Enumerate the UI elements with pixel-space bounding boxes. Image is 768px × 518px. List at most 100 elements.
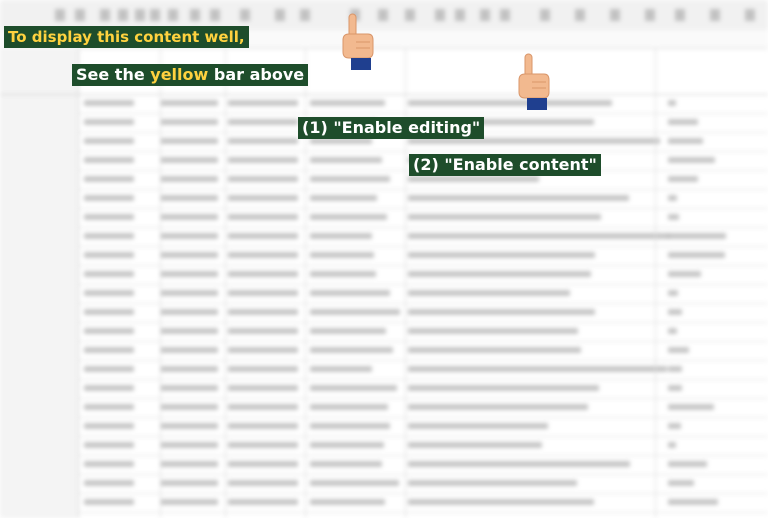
cell-text-fragment <box>310 271 376 277</box>
cell-text-fragment <box>408 480 577 486</box>
cell-text-fragment <box>310 442 384 448</box>
cell-text-fragment <box>408 404 588 410</box>
cell-text-fragment <box>84 385 134 391</box>
cell-text-fragment <box>84 252 134 258</box>
cell-text-fragment <box>160 423 218 429</box>
cell-text-fragment <box>228 404 298 410</box>
sheet-row <box>78 360 768 380</box>
cell-text-fragment <box>310 195 377 201</box>
cell-text-fragment <box>668 404 714 410</box>
cell-text-fragment <box>668 157 715 163</box>
cell-text-fragment <box>310 480 399 486</box>
cell-text-fragment <box>668 480 694 486</box>
cell-text-fragment <box>668 461 707 467</box>
sheet-row <box>78 265 768 285</box>
cell-text-fragment <box>160 233 218 239</box>
cell-text-fragment <box>408 366 667 372</box>
cell-text-fragment <box>408 195 629 201</box>
toolbar-icon <box>168 9 178 21</box>
cell-text-fragment <box>668 233 726 239</box>
step-enable-content: (2) "Enable content" <box>409 154 601 176</box>
cell-text-fragment <box>408 290 570 296</box>
cell-text-fragment <box>84 423 134 429</box>
cell-text-fragment <box>408 309 595 315</box>
toolbar-icon <box>75 9 85 21</box>
cell-text-fragment <box>310 366 372 372</box>
cell-text-fragment <box>310 328 386 334</box>
toolbar-icon <box>240 9 250 21</box>
cell-text-fragment <box>668 176 698 182</box>
toolbar-icon <box>190 9 200 21</box>
cell-text-fragment <box>228 195 298 201</box>
cell-text-fragment <box>310 233 372 239</box>
toolbar-icon <box>300 9 310 21</box>
cell-text-fragment <box>160 404 218 410</box>
cell-text-fragment <box>228 214 298 220</box>
sheet-row <box>78 189 768 209</box>
cell-text-fragment <box>310 252 374 258</box>
instruction-line-2-prefix: See the <box>76 65 151 84</box>
cell-text-fragment <box>84 461 134 467</box>
step-enable-editing: (1) "Enable editing" <box>298 117 485 139</box>
toolbar-icon <box>540 9 550 21</box>
cell-text-fragment <box>84 138 134 144</box>
cell-text-fragment <box>408 442 542 448</box>
cell-text-fragment <box>408 328 578 334</box>
cell-text-fragment <box>668 347 689 353</box>
cell-text-fragment <box>408 214 601 220</box>
sheet-row <box>78 493 768 513</box>
cell-text-fragment <box>84 309 134 315</box>
cell-text-fragment <box>310 499 385 505</box>
toolbar-icon <box>500 9 510 21</box>
cell-text-fragment <box>668 385 682 391</box>
cell-text-fragment <box>668 119 698 125</box>
toolbar-icon <box>610 9 620 21</box>
toolbar-icon <box>100 9 110 21</box>
cell-text-fragment <box>310 309 400 315</box>
cell-text-fragment <box>160 271 218 277</box>
cell-text-fragment <box>408 423 548 429</box>
cell-text-fragment <box>160 119 218 125</box>
cell-text-fragment <box>84 195 134 201</box>
cell-text-fragment <box>228 461 298 467</box>
cell-text-fragment <box>408 385 599 391</box>
toolbar-icon <box>378 9 388 21</box>
cell-text-fragment <box>408 499 594 505</box>
cell-text-fragment <box>310 461 382 467</box>
cell-text-fragment <box>228 100 298 106</box>
cell-text-fragment <box>84 404 134 410</box>
cell-text-fragment <box>228 233 298 239</box>
cell-text-fragment <box>310 100 385 106</box>
toolbar-icon <box>405 9 415 21</box>
cell-text-fragment <box>84 480 134 486</box>
cell-text-fragment <box>84 347 134 353</box>
instruction-line-2: See the yellow bar above <box>72 64 309 86</box>
cell-text-fragment <box>84 366 134 372</box>
cell-text-fragment <box>160 309 218 315</box>
cell-text-fragment <box>228 271 298 277</box>
cell-text-fragment <box>228 119 298 125</box>
cell-text-fragment <box>668 499 718 505</box>
pointing-hand-icon <box>342 13 374 70</box>
cell-text-fragment <box>160 100 218 106</box>
cell-text-fragment <box>160 252 218 258</box>
cell-text-fragment <box>160 214 218 220</box>
sheet-row <box>78 322 768 342</box>
cell-text-fragment <box>228 442 298 448</box>
cell-text-fragment <box>310 290 390 296</box>
cell-text-fragment <box>668 214 679 220</box>
cell-text-fragment <box>408 347 581 353</box>
toolbar-icon <box>455 9 465 21</box>
toolbar-icon <box>575 9 585 21</box>
cell-text-fragment <box>408 176 539 182</box>
cell-text-fragment <box>408 252 595 258</box>
cell-text-fragment <box>84 442 134 448</box>
toolbar-icon <box>675 9 685 21</box>
cell-text-fragment <box>160 442 218 448</box>
grid-column-line <box>160 48 161 518</box>
grid-column-line <box>655 48 656 518</box>
cell-text-fragment <box>160 366 218 372</box>
cell-text-fragment <box>310 347 393 353</box>
sheet-row <box>78 227 768 247</box>
sheet-row <box>78 417 768 437</box>
